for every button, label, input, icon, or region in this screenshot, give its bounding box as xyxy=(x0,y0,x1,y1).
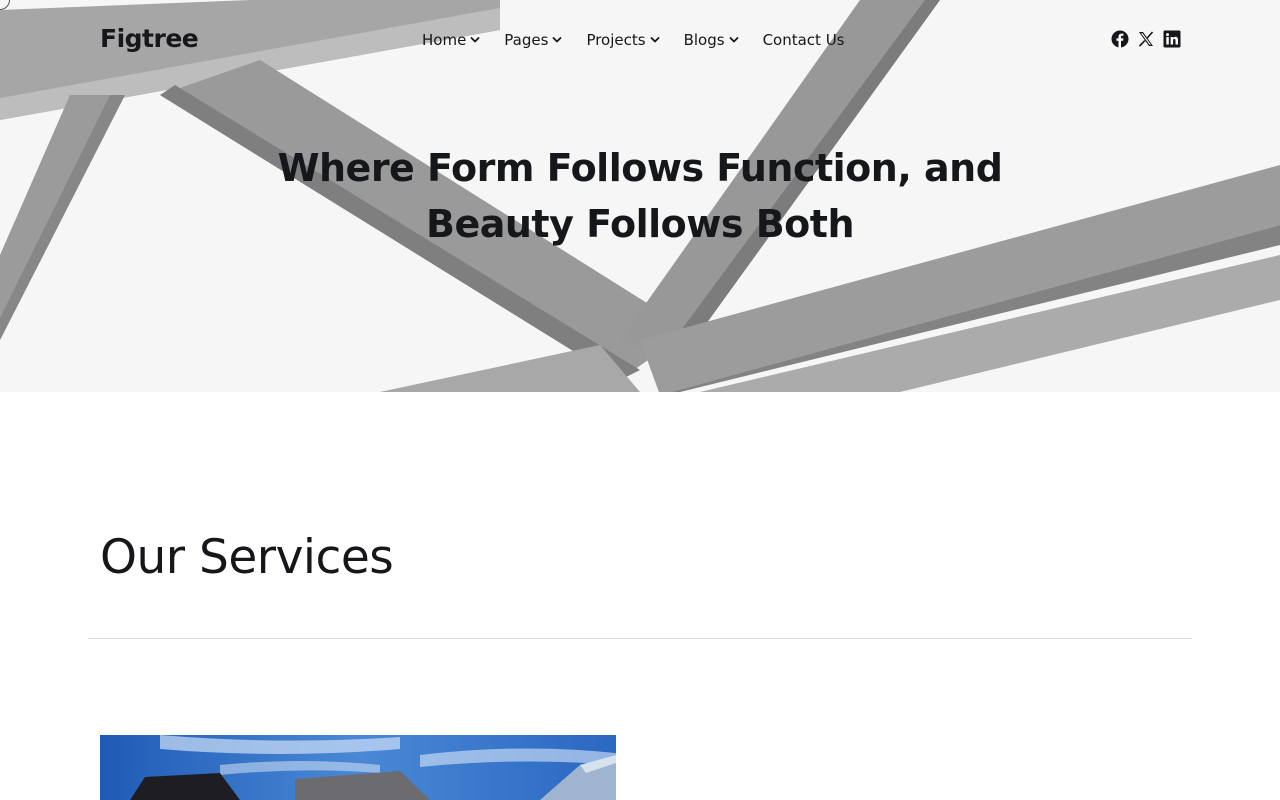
site-logo[interactable]: Figtree xyxy=(100,24,199,53)
nav-item-label: Home xyxy=(422,31,467,49)
social-links xyxy=(1111,30,1181,48)
nav-item-home[interactable]: Home xyxy=(422,31,480,49)
hero-section: Figtree Home Pages Projects Blogs Contac… xyxy=(0,0,1280,392)
building-photo xyxy=(100,735,616,800)
nav-item-label: Blogs xyxy=(683,31,725,49)
nav-item-label: Pages xyxy=(504,31,549,49)
linkedin-icon[interactable] xyxy=(1163,30,1181,48)
services-title: Our Services xyxy=(100,530,394,585)
x-twitter-icon[interactable] xyxy=(1137,30,1155,48)
main-navigation: Home Pages Projects Blogs Contact Us xyxy=(422,29,844,51)
facebook-icon[interactable] xyxy=(1111,30,1129,48)
chevron-down-icon xyxy=(650,37,659,43)
service-card-image[interactable] xyxy=(100,735,616,800)
nav-item-label: Contact Us xyxy=(762,31,845,49)
hero-title-line-2: Beauty Follows Both xyxy=(425,202,855,246)
chevron-down-icon xyxy=(470,37,480,43)
hero-title: Where Form Follows Function, and Beauty … xyxy=(240,140,1040,252)
chevron-down-icon xyxy=(729,37,738,43)
hero-title-line-1: Where Form Follows Function, and xyxy=(277,146,1003,190)
nav-item-blogs[interactable]: Blogs xyxy=(684,31,739,49)
nav-item-pages[interactable]: Pages xyxy=(504,31,562,49)
nav-item-contact-us[interactable]: Contact Us xyxy=(763,31,845,49)
nav-item-projects[interactable]: Projects xyxy=(586,31,659,49)
section-divider xyxy=(88,638,1192,639)
nav-item-label: Projects xyxy=(586,31,646,49)
chevron-down-icon xyxy=(553,37,562,43)
